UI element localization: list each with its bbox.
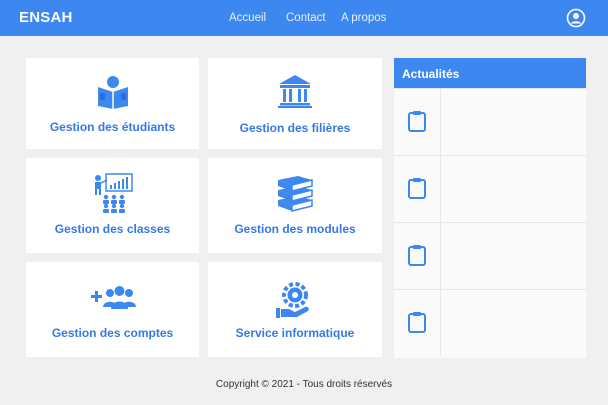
footer-copyright: Copyright © 2021 - Tous droits réservés [215,379,393,390]
institution-building-icon [278,75,312,108]
card-label: Gestion des étudiants [49,120,176,134]
nav-link-a-propos[interactable]: A propos [341,12,386,24]
news-item[interactable] [394,289,586,356]
clipboard-icon [408,178,426,199]
card-label: Service informatique [235,326,355,340]
news-panel: Actualités [394,58,586,358]
brand-logo[interactable]: ENSAH [19,9,73,26]
book-stack-icon [278,176,313,212]
add-users-icon [90,286,136,309]
news-item[interactable] [394,222,586,289]
card-gestion-modules[interactable]: Gestion des modules [208,158,382,253]
card-gestion-classes[interactable]: Gestion des classes [26,158,199,253]
news-item[interactable] [394,155,586,222]
clipboard-icon [408,312,426,333]
card-gestion-comptes[interactable]: Gestion des comptes [26,262,199,357]
nav-link-accueil[interactable]: Accueil [229,12,266,24]
user-circle-icon [566,8,586,28]
card-label: Gestion des classes [54,222,171,236]
news-panel-title: Actualités [394,58,586,88]
nav-link-contact[interactable]: Contact [286,12,326,24]
top-navbar: ENSAH Accueil Contact A propos [0,0,608,36]
user-account-button[interactable] [566,8,586,28]
clipboard-icon [408,245,426,266]
card-label: Gestion des comptes [51,326,174,340]
classroom-presentation-icon [94,173,133,213]
card-label: Gestion des filières [239,121,351,135]
clipboard-icon [408,111,426,132]
it-service-gear-icon [276,282,309,318]
card-service-informatique[interactable]: Service informatique [208,262,382,357]
student-reading-icon [97,76,128,109]
card-label: Gestion des modules [234,222,356,236]
news-item[interactable] [394,88,586,155]
card-gestion-filieres[interactable]: Gestion des filières [208,58,382,149]
card-gestion-etudiants[interactable]: Gestion des étudiants [26,58,199,149]
